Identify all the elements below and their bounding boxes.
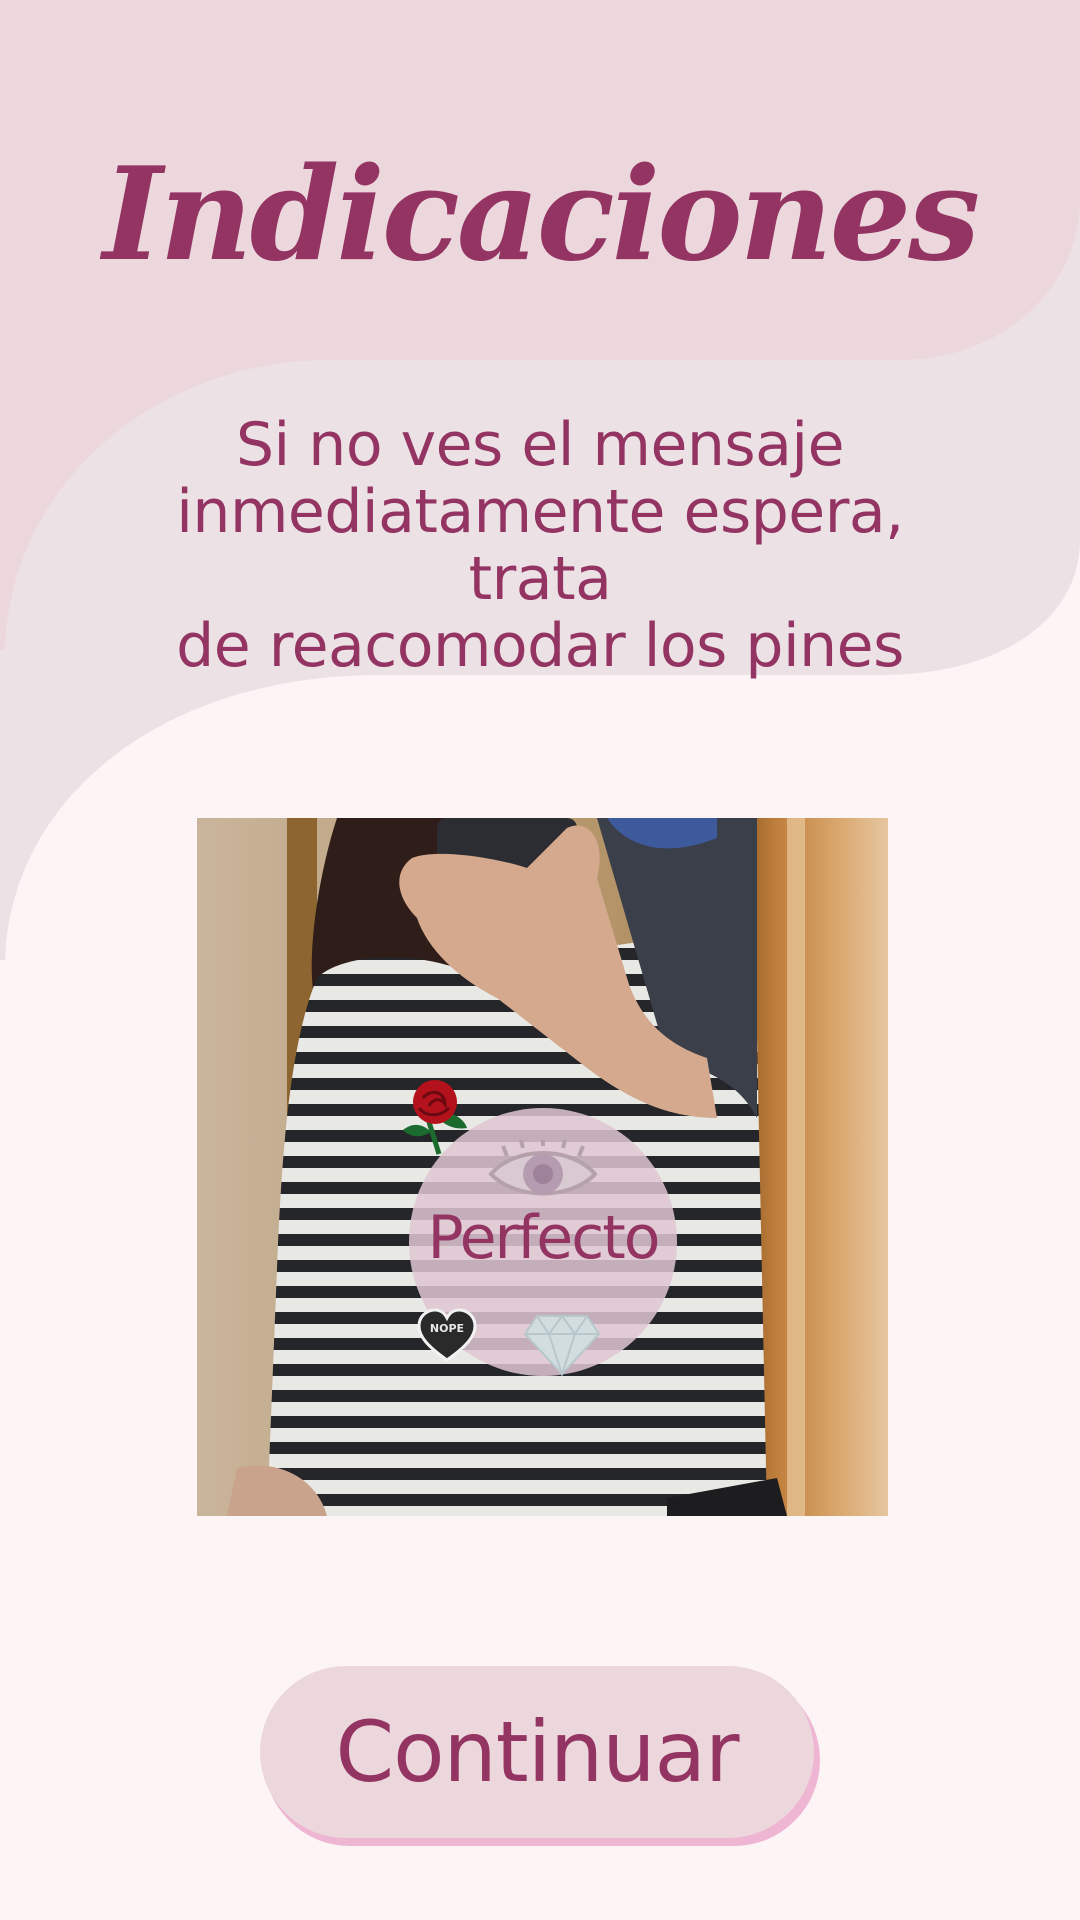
heart-pin-icon [417,1308,477,1362]
instructions-line: inmediatamente espera, trata [176,477,904,614]
heart-pin: NOPE [417,1308,477,1364]
instructions-text: Si no ves el mensaje inmediatamente espe… [120,412,960,680]
page-title: Indicaciones [102,140,980,290]
continue-button[interactable]: Continuar [260,1666,814,1838]
instructions-line: Si no ves el mensaje [235,410,845,480]
instructions-line: de reacomodar los pines [176,611,904,681]
photo-preview: Perfecto NOPE [197,818,888,1516]
overlay-label: Perfecto [427,1203,661,1273]
heart-pin-text: NOPE [429,1322,465,1335]
diamond-pin-icon [523,1314,601,1376]
continue-button-label: Continuar [335,1703,739,1801]
eye-pin-icon [488,1140,598,1196]
